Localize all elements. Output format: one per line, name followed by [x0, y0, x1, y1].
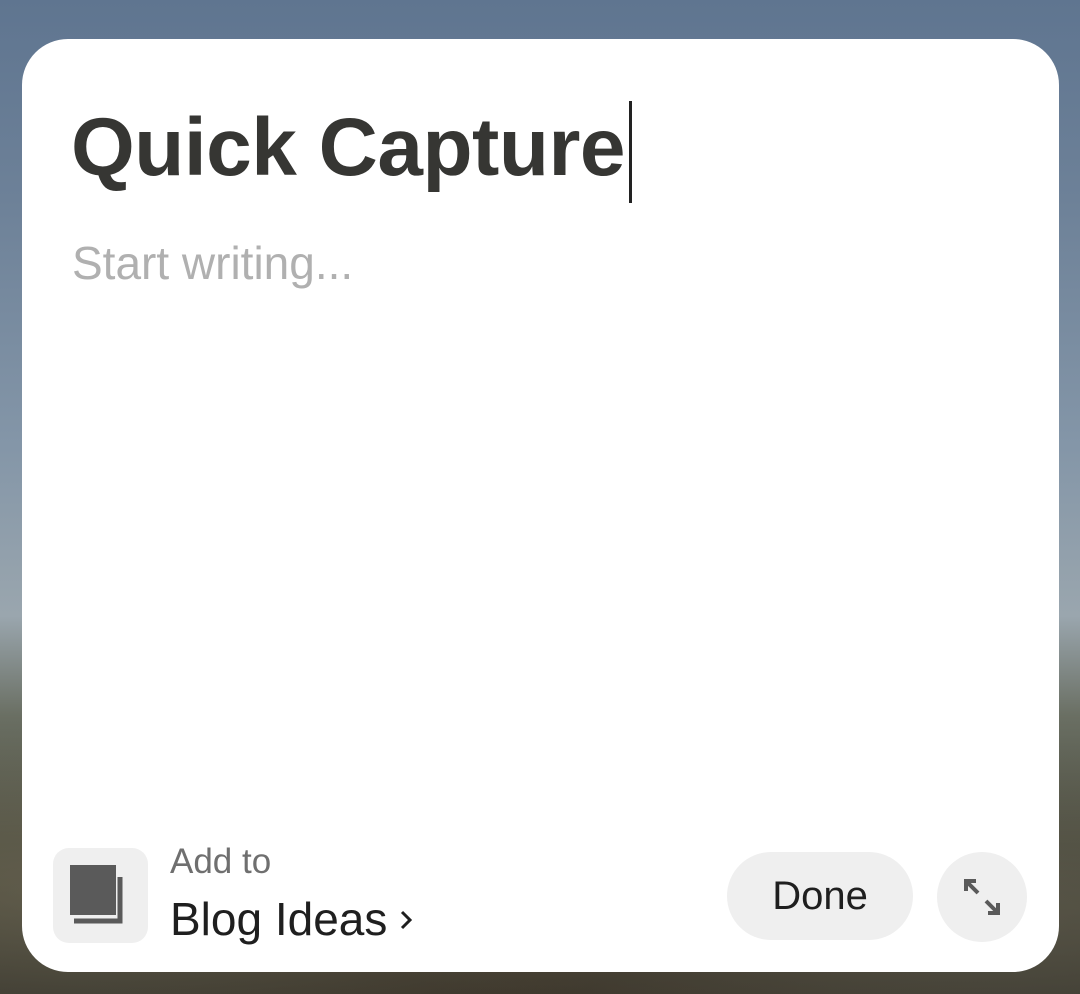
note-footer: Add to Blog Ideas Done	[53, 842, 1027, 945]
notebook-name: Blog Ideas	[170, 893, 388, 945]
add-to-label: Add to	[170, 842, 272, 881]
done-button[interactable]: Done	[727, 852, 913, 940]
chevron-right-icon	[399, 888, 413, 942]
note-body-input[interactable]: Start writing...	[72, 236, 353, 290]
note-title-field[interactable]: Quick Capture	[71, 97, 632, 203]
notebook-selector-tile[interactable]	[53, 848, 148, 943]
quick-capture-card: Quick Capture Start writing... Add to Bl…	[22, 39, 1059, 972]
expand-button[interactable]	[937, 852, 1027, 942]
notebook-stack-icon	[70, 865, 123, 924]
notebook-picker[interactable]: Blog Ideas	[170, 892, 413, 946]
text-cursor	[628, 101, 632, 203]
expand-arrows-icon	[964, 879, 1000, 915]
note-title[interactable]: Quick Capture	[71, 107, 625, 189]
